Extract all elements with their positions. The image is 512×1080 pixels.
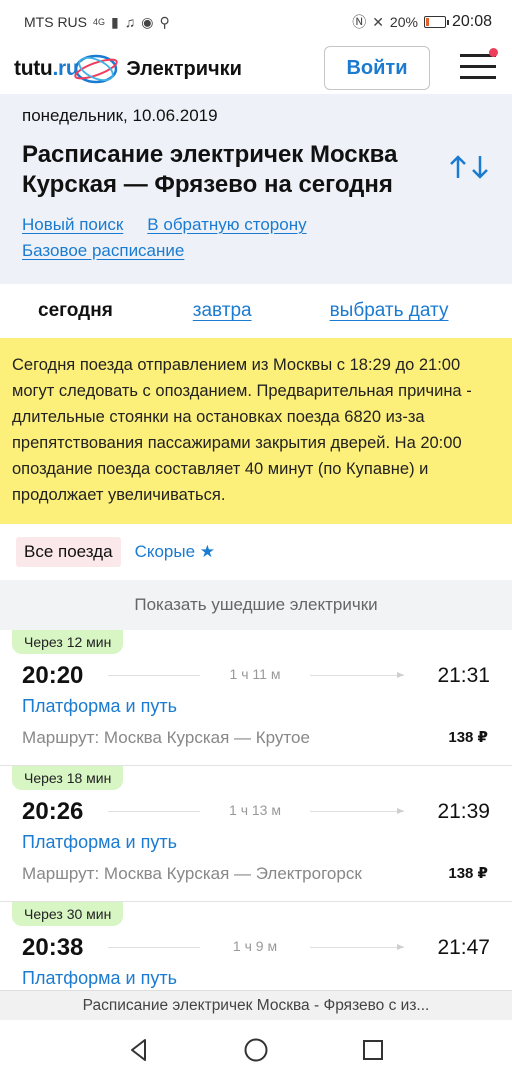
- ticket-price: 138 ₽: [448, 729, 488, 746]
- logo-main: tutu: [14, 57, 53, 80]
- route-header: понедельник, 10.06.2019 Расписание элект…: [0, 94, 512, 284]
- arrival-time: 21:39: [437, 800, 490, 823]
- new-search-link[interactable]: Новый поиск: [22, 215, 123, 234]
- filter-fast-trains[interactable]: Скорые ★: [135, 542, 215, 562]
- train-route: Маршрут: Москва Курская — Электрогорск: [22, 864, 362, 883]
- menu-icon[interactable]: [458, 48, 498, 84]
- base-schedule-link[interactable]: Базовое расписание: [22, 241, 184, 260]
- train-route: Маршрут: Москва Курская — Крутое: [22, 728, 310, 747]
- time-until-badge: Через 30 мин: [12, 902, 124, 926]
- filter-all-trains[interactable]: Все поезда: [16, 537, 121, 567]
- browser-page-title: Расписание электричек Москва - Фрязево с…: [0, 990, 512, 1020]
- battery-percent: 20%: [389, 14, 418, 30]
- nfc-icon: Ⓝ: [352, 14, 367, 30]
- recent-apps-icon[interactable]: [360, 1037, 386, 1063]
- app-name: Электрички: [126, 57, 242, 80]
- show-past-trains-button[interactable]: Показать ушедшие электрички: [0, 580, 512, 630]
- travel-duration: 1 ч 13 м: [200, 802, 310, 818]
- departure-time: 20:20: [22, 662, 84, 689]
- eye-icon: ◉: [141, 13, 154, 30]
- tab-pick-date[interactable]: выбрать дату: [330, 300, 449, 322]
- train-row[interactable]: Через 12 мин 20:20 1 ч 11 м 21:31 Платфо…: [0, 630, 512, 766]
- headphones-icon: ♫: [124, 14, 136, 30]
- platform-link[interactable]: Платформа и путь: [22, 832, 177, 853]
- train-row[interactable]: Через 18 мин 20:26 1 ч 13 м 21:39 Платфо…: [0, 766, 512, 902]
- departure-time: 20:26: [22, 798, 84, 825]
- app-header: tutu .ru Электрички Войти: [0, 44, 512, 94]
- search-icon: ⚲: [159, 13, 170, 30]
- departure-time: 20:38: [22, 934, 84, 961]
- day-tabs: сегодня завтра выбрать дату: [0, 284, 512, 338]
- time-until-badge: Через 18 мин: [12, 766, 124, 790]
- ticket-price: 138 ₽: [448, 865, 488, 882]
- reverse-direction-link[interactable]: В обратную сторону: [147, 215, 306, 234]
- back-icon[interactable]: [126, 1037, 152, 1063]
- signal-icon: ▮: [111, 13, 119, 30]
- train-list: Через 12 мин 20:20 1 ч 11 м 21:31 Платфо…: [0, 630, 512, 1038]
- network-label: 4G: [93, 17, 106, 27]
- platform-link[interactable]: Платформа и путь: [22, 968, 177, 989]
- travel-duration: 1 ч 9 м: [200, 938, 310, 954]
- schedule-date: понедельник, 10.06.2019: [22, 106, 218, 125]
- travel-duration: 1 ч 11 м: [200, 666, 310, 682]
- battery-icon: [423, 16, 449, 28]
- platform-link[interactable]: Платформа и путь: [22, 696, 177, 717]
- tab-today[interactable]: сегодня: [38, 300, 113, 322]
- time-until-badge: Через 12 мин: [12, 630, 124, 654]
- home-icon[interactable]: [243, 1037, 269, 1063]
- train-filters: Все поезда Скорые ★: [0, 524, 512, 580]
- mute-icon: ✕: [372, 13, 384, 30]
- carrier-label: MTS RUS: [24, 14, 87, 30]
- logo-swirl-icon: [74, 54, 119, 84]
- arrival-time: 21:47: [437, 936, 490, 959]
- system-nav-bar: [0, 1020, 512, 1080]
- delay-notice: Сегодня поезда отправлением из Москвы с …: [0, 338, 512, 524]
- notification-dot: [489, 48, 498, 57]
- clock: 20:08: [451, 13, 492, 30]
- tutu-logo[interactable]: tutu .ru Электрички: [14, 51, 242, 87]
- tab-tomorrow[interactable]: завтра: [193, 300, 252, 322]
- status-bar: MTS RUS 4G ▮ ♫ ◉ ⚲ Ⓝ ✕ 20% 20:08: [0, 0, 512, 44]
- swap-direction-icon[interactable]: [446, 152, 494, 182]
- page-title: Расписание электричек Москва Курская — Ф…: [22, 141, 398, 198]
- login-button[interactable]: Войти: [324, 46, 430, 90]
- arrival-time: 21:31: [437, 664, 490, 687]
